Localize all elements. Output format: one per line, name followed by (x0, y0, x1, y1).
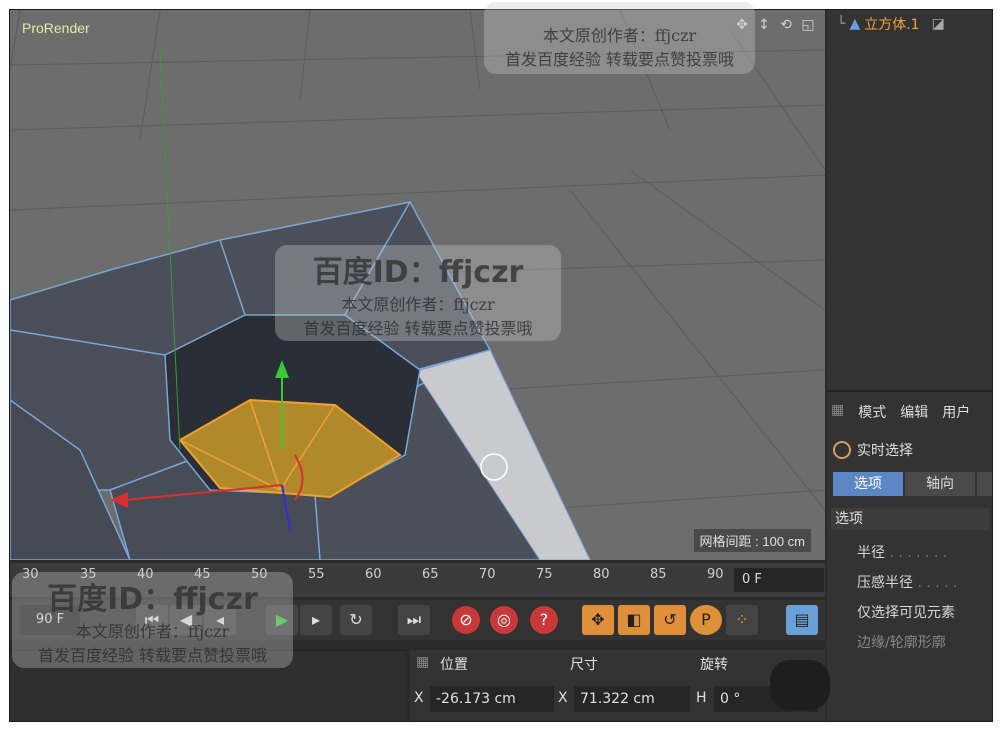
option-label: 边缘/轮廓形廓 (857, 635, 946, 651)
pla-grid-icon[interactable]: ⁘ (726, 605, 758, 635)
material-manager (10, 650, 405, 721)
timeline-tick: 40 (137, 567, 154, 582)
timeline-tick: 75 (536, 567, 553, 582)
coordinate-menu-icon: ▦ (416, 654, 430, 670)
position-x-field[interactable]: -26.173 cm (430, 686, 554, 712)
go-to-end-icon[interactable]: ⏭ (398, 605, 430, 635)
point-level-icon[interactable]: P (690, 605, 722, 635)
coordinate-row-x: X -26.173 cm X 71.322 cm H 0 ° (410, 686, 825, 712)
tab-edit[interactable]: 编辑 (900, 402, 928, 422)
position-header: 位置 (440, 657, 468, 673)
x-axis-label: X (414, 690, 424, 706)
live-selection-tool[interactable]: 实时选择 (833, 440, 913, 460)
zoom-view-icon[interactable]: ↕ (755, 16, 773, 34)
tab-user[interactable]: 用户 (942, 402, 970, 422)
transport-bar: 90 F ⏮ ◀ ◂ ▶ ▸ ↻ ⏭ ⊘ ◎ ? ✥ ◧ ↺ P ⁘ ▤ (10, 600, 825, 640)
current-frame-field[interactable]: 0 F (734, 568, 824, 592)
app-window: ProRender ✥ ↕ ⟲ ◱ 网格间距 : 100 cm └ ▲ 立方体.… (9, 9, 993, 722)
timeline-tick: 55 (308, 567, 325, 582)
option-visible-only[interactable]: 仅选择可见元素 (857, 602, 955, 622)
object-item-label: 立方体.1 (864, 17, 920, 33)
tab-axis[interactable]: 轴向 (905, 472, 975, 496)
timeline-tick: 90 (707, 567, 724, 582)
next-frame-icon[interactable]: ▸ (300, 605, 332, 635)
attribute-menu-icon: ▦ (831, 402, 845, 418)
tree-branch-icon: └ (837, 16, 846, 32)
viewport[interactable]: ProRender ✥ ↕ ⟲ ◱ 网格间距 : 100 cm (10, 10, 825, 560)
option-pressure-radius[interactable]: 压感半径 . . . . . (857, 572, 958, 592)
play-icon[interactable]: ▶ (266, 605, 298, 635)
tab-mode[interactable]: 模式 (858, 402, 886, 422)
size-x-field[interactable]: 71.322 cm (574, 686, 690, 712)
viewport-nav-tools: ✥ ↕ ⟲ ◱ (733, 16, 817, 34)
timeline-tick: 70 (479, 567, 496, 582)
timeline-tick: 85 (650, 567, 667, 582)
timeline-tick: 80 (593, 567, 610, 582)
timeline-tick: 65 (422, 567, 439, 582)
coordinate-headers: ▦ 位置 尺寸 旋转 (410, 650, 825, 674)
right-panel: └ ▲ 立方体.1 ◪ ▦ 模式 编辑 用户 实时选择 选项 轴向 元 选项 半… (827, 10, 992, 721)
prev-key-icon[interactable]: ◀ (170, 605, 202, 635)
option-radius[interactable]: 半径 . . . . . . . (857, 542, 947, 562)
rotate-param-icon[interactable]: ↺ (654, 605, 686, 635)
size-x-label: X (558, 690, 568, 706)
prev-frame-icon[interactable]: ◂ (204, 605, 236, 635)
timeline-ruler[interactable]: 30 35 40 45 50 55 60 65 70 75 80 85 90 0… (10, 563, 825, 597)
move-param-icon[interactable]: ✥ (582, 605, 614, 635)
options-section-header: 选项 (831, 508, 989, 530)
tab-other[interactable]: 元 (977, 472, 992, 496)
timeline-tick: 45 (194, 567, 211, 582)
toggle-view-icon[interactable]: ◱ (799, 16, 817, 34)
visibility-icon[interactable]: ◪ (932, 16, 945, 32)
tab-options[interactable]: 选项 (833, 472, 903, 496)
cube-icon: ▲ (849, 16, 861, 32)
move-view-icon[interactable]: ✥ (733, 16, 751, 34)
live-selection-icon (833, 441, 851, 459)
rotate-view-icon[interactable]: ⟲ (777, 16, 795, 34)
film-strip-icon[interactable]: ▤ (786, 605, 818, 635)
timeline-tick: 35 (80, 567, 97, 582)
viewport-scene[interactable] (10, 10, 825, 560)
size-header: 尺寸 (570, 657, 598, 673)
coordinate-manager: ▦ 位置 尺寸 旋转 X -26.173 cm X 71.322 cm H 0 … (410, 650, 825, 721)
keyframe-help-icon[interactable]: ? (530, 606, 558, 634)
timeline-tick: 50 (251, 567, 268, 582)
rotation-header: 旋转 (700, 657, 728, 673)
tool-name: 实时选择 (857, 443, 913, 459)
object-item-cube[interactable]: └ ▲ 立方体.1 ◪ (837, 14, 945, 34)
scale-param-icon[interactable]: ◧ (618, 605, 650, 635)
heading-label: H (696, 690, 707, 706)
redaction-mark (770, 660, 830, 710)
autokey-icon[interactable]: ◎ (490, 606, 518, 634)
option-label: 半径 (857, 545, 885, 561)
go-to-start-icon[interactable]: ⏮ (136, 605, 168, 635)
viewport-title: ProRender (22, 20, 90, 36)
option-label: 压感半径 (857, 575, 913, 591)
timeline-tick: 60 (365, 567, 382, 582)
mesh-object (10, 201, 591, 560)
option-label: 仅选择可见元素 (857, 605, 955, 621)
timeline-tick: 30 (22, 567, 39, 582)
grid-spacing-label: 网格间距 : 100 cm (693, 529, 811, 552)
end-frame-field[interactable]: 90 F (20, 605, 80, 635)
loop-icon[interactable]: ↻ (340, 605, 372, 635)
attribute-tabs: ▦ 模式 编辑 用户 (831, 402, 970, 422)
option-edge-outline[interactable]: 边缘/轮廓形廓 (857, 632, 946, 652)
object-manager: └ ▲ 立方体.1 ◪ (827, 10, 992, 392)
record-key-icon[interactable]: ⊘ (452, 606, 480, 634)
option-tabs: 选项 轴向 元 (833, 472, 992, 496)
